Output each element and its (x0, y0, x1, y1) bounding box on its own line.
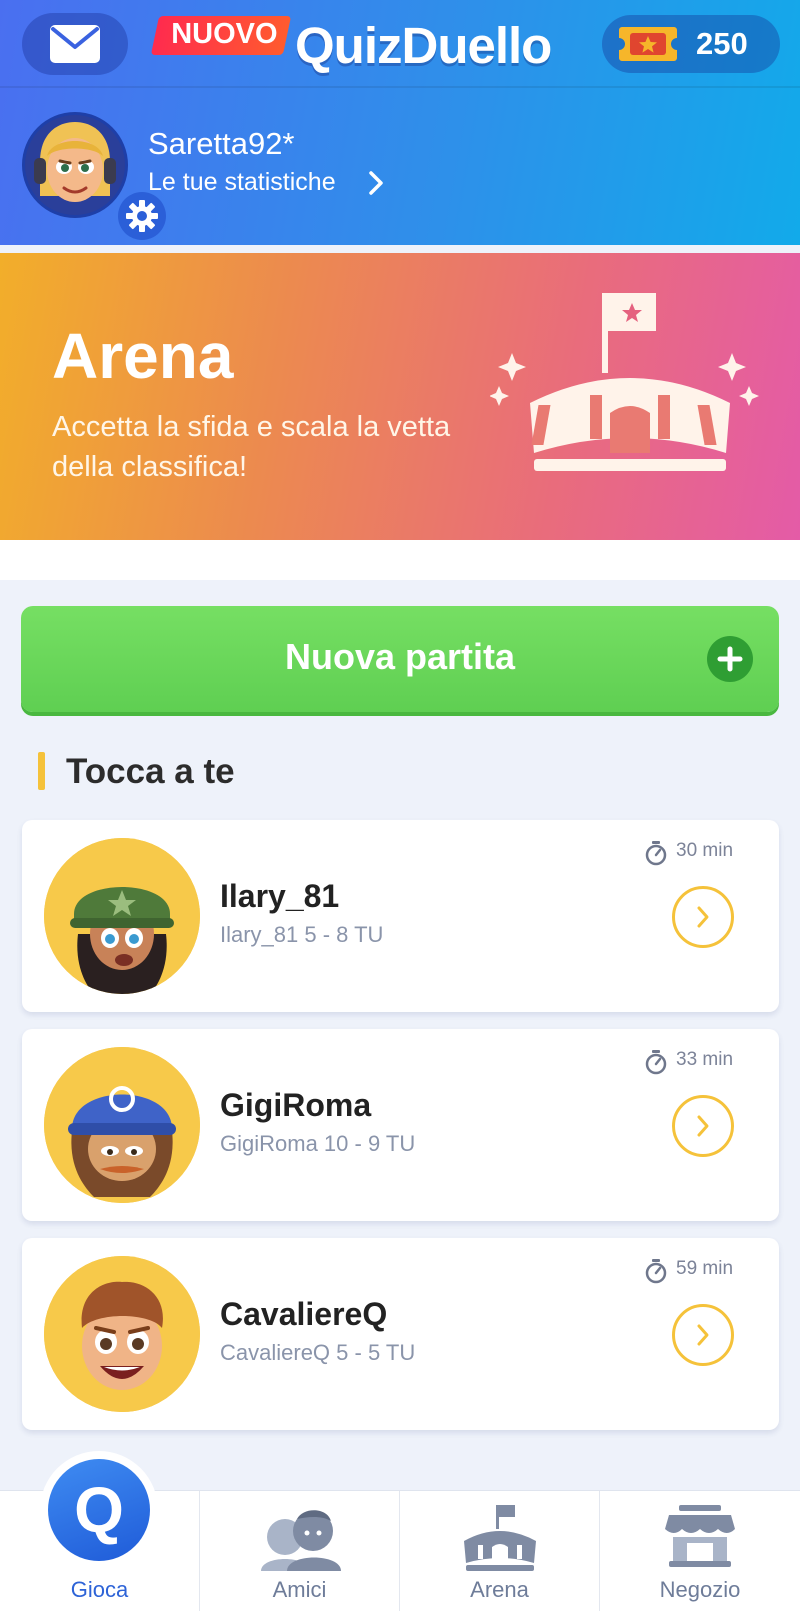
header: NUOVO QuizDuello 250 Saretta92* Le tue s… (0, 0, 800, 245)
coins-count: 250 (696, 26, 748, 61)
avatar (44, 1256, 200, 1412)
time-remaining: 59 min (676, 1258, 734, 1279)
shop-icon (665, 1505, 735, 1567)
chevron-right-icon (369, 171, 383, 195)
new-game-button[interactable]: Nuova partita (21, 606, 779, 712)
match-score: GigiRoma 10 - 9 TU (220, 1131, 416, 1156)
play-logo-icon: Q (48, 1459, 150, 1561)
plus-icon (707, 636, 753, 682)
top-bar: NUOVO QuizDuello 250 (0, 0, 800, 88)
avatar (44, 838, 200, 994)
avatar[interactable] (22, 112, 166, 240)
opponent-name: Ilary_81 (220, 878, 340, 914)
nav-play-label: Gioca (70, 1577, 129, 1602)
profile-username: Saretta92* (148, 126, 295, 161)
stats-link[interactable]: Le tue statistiche (148, 168, 336, 197)
time-remaining: 30 min (676, 840, 734, 861)
timer-icon (645, 841, 667, 866)
mail-icon (50, 25, 100, 63)
settings-button[interactable] (118, 192, 166, 240)
match-score: Ilary_81 5 - 8 TU (220, 922, 384, 947)
friends-icon (260, 1510, 341, 1571)
timer-icon (645, 1050, 667, 1075)
nav-arena-label: Arena (470, 1577, 529, 1602)
section-title: Tocca a te (66, 752, 235, 791)
game-card[interactable]: Ilary_81 Ilary_81 5 - 8 TU 30 min (22, 820, 779, 1012)
ticket-icon (619, 27, 677, 61)
stadium-icon (463, 1505, 536, 1571)
open-game-button[interactable] (672, 1095, 734, 1157)
open-game-button[interactable] (672, 1304, 734, 1366)
chevron-right-icon (697, 1115, 709, 1137)
time-remaining: 33 min (676, 1049, 734, 1070)
new-game-label: Nuova partita (284, 636, 516, 677)
play-button[interactable]: Q (40, 1451, 158, 1569)
coins-counter[interactable]: 250 (602, 15, 780, 73)
new-badge: NUOVO (150, 16, 292, 55)
gear-icon (126, 200, 158, 232)
nav-friends-label: Amici (272, 1577, 327, 1602)
app-name: QuizDuello (295, 17, 552, 74)
arena-title: Arena (52, 320, 234, 392)
nav-arena[interactable]: Arena (400, 1491, 600, 1611)
avatar (44, 1047, 200, 1203)
avatar-image (25, 115, 125, 215)
nav-friends[interactable]: Amici (200, 1491, 400, 1611)
opponent-name: GigiRoma (220, 1087, 372, 1123)
opponent-name: CavaliereQ (220, 1296, 388, 1332)
timer-icon (645, 1259, 667, 1284)
match-score: CavaliereQ 5 - 5 TU (220, 1340, 416, 1365)
game-card[interactable]: GigiRoma GigiRoma 10 - 9 TU 33 min (22, 1029, 779, 1221)
arena-subtitle: Accetta la sfida e scala la vetta della … (52, 411, 451, 483)
chevron-right-icon (697, 906, 709, 928)
chevron-right-icon (697, 1324, 709, 1346)
stadium-icon (490, 293, 759, 471)
app-logo: NUOVO QuizDuello (150, 12, 595, 76)
nav-shop-label: Negozio (659, 1577, 741, 1602)
game-card[interactable]: CavaliereQ CavaliereQ 5 - 5 TU 59 min (22, 1238, 779, 1430)
mail-button[interactable] (22, 13, 128, 75)
profile-section[interactable]: Saretta92* Le tue statistiche (0, 88, 800, 245)
divider-strip (0, 540, 800, 580)
arena-banner[interactable]: Arena Accetta la sfida e scala la vetta … (0, 253, 800, 540)
open-game-button[interactable] (672, 886, 734, 948)
section-accent (38, 752, 45, 790)
nav-shop[interactable]: Negozio (600, 1491, 800, 1611)
